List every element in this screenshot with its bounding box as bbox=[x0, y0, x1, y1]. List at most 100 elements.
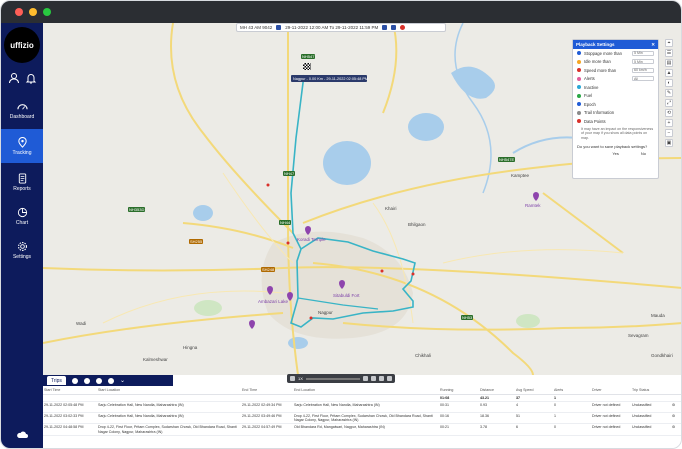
cell-end-location: Drop 4-22, First Floor, Pritam Complex, … bbox=[293, 412, 439, 425]
column-header[interactable]: Distance bbox=[479, 387, 515, 395]
play-button-icon[interactable] bbox=[290, 376, 295, 381]
speed-selector[interactable]: 1X bbox=[298, 376, 303, 381]
yes-button[interactable]: Yes bbox=[612, 151, 619, 156]
setting-row-stoppage[interactable]: Stoppage more than 5 Min bbox=[573, 49, 658, 58]
map-label-place: Gondkhairi bbox=[651, 353, 673, 358]
sidebar-item-dashboard[interactable]: Dashboard bbox=[1, 93, 43, 127]
tab-label: Trips bbox=[51, 377, 62, 384]
calendar-icon[interactable] bbox=[276, 25, 282, 30]
map-label-poi: Koradi Temple bbox=[297, 237, 326, 242]
triangle-tool-icon[interactable]: ▲ bbox=[665, 69, 673, 77]
zoom-out-button[interactable]: − bbox=[665, 129, 673, 137]
setting-row-epoch[interactable]: Epoch bbox=[573, 100, 658, 109]
forward-button-icon[interactable] bbox=[379, 376, 384, 381]
no-button[interactable]: No bbox=[641, 151, 646, 156]
draw-tool-icon[interactable]: ✎ bbox=[665, 89, 673, 97]
idle-tab-icon[interactable] bbox=[83, 377, 90, 384]
column-header[interactable]: Alerts bbox=[553, 387, 591, 395]
sidebar-item-chart[interactable]: Chart bbox=[1, 199, 43, 233]
setting-row-idle[interactable]: Idle more than 5 Min bbox=[573, 58, 658, 67]
minimize-window-button[interactable] bbox=[29, 8, 37, 16]
column-header[interactable]: Running bbox=[439, 387, 479, 395]
trip-start-flag-icon[interactable] bbox=[303, 63, 311, 70]
fuel-swatch-icon bbox=[577, 93, 581, 98]
cell-distance: 18.36 bbox=[479, 412, 515, 425]
speed-select[interactable]: 60 km/h bbox=[632, 67, 654, 73]
cell-distance: 3.78 bbox=[479, 423, 515, 436]
user-icon[interactable] bbox=[8, 71, 20, 84]
cloud-icon[interactable] bbox=[16, 431, 28, 439]
cell-end-time: 29-11-2022 02:49:34 PM bbox=[241, 401, 293, 413]
settings-icon[interactable] bbox=[391, 25, 397, 30]
setting-row-alerts[interactable]: Alerts All bbox=[573, 75, 658, 84]
highway-shield: NH547 bbox=[301, 54, 316, 59]
idle-select[interactable]: 5 Min bbox=[632, 59, 654, 64]
zoom-in-button[interactable]: + bbox=[665, 119, 673, 127]
column-header[interactable]: Driver bbox=[591, 387, 631, 395]
sidebar-item-settings[interactable]: Settings bbox=[1, 233, 43, 267]
sidebar-item-tracking[interactable]: Tracking bbox=[1, 129, 43, 163]
stoppage-select[interactable]: 5 Min bbox=[632, 50, 654, 56]
map-label-place: Kamptee bbox=[511, 173, 530, 178]
stop-tab-icon[interactable] bbox=[71, 377, 78, 384]
column-header[interactable]: End Location bbox=[293, 387, 439, 395]
tab-trips[interactable]: Trips bbox=[47, 376, 66, 385]
playback-slider[interactable] bbox=[305, 377, 360, 380]
refresh-tool-icon[interactable]: ⟲ bbox=[665, 109, 673, 117]
rewind-button-icon[interactable] bbox=[371, 376, 376, 381]
setting-row-speed[interactable]: Speed more than 60 km/h bbox=[573, 66, 658, 75]
setting-row-trail[interactable]: Trail Information bbox=[573, 109, 658, 118]
epoch-swatch-icon bbox=[577, 102, 581, 107]
column-header[interactable]: Start Time bbox=[43, 387, 97, 395]
maximize-window-button[interactable] bbox=[43, 8, 51, 16]
column-header[interactable]: Trip Status bbox=[631, 387, 671, 395]
sidebar-item-reports[interactable]: Reports bbox=[1, 165, 43, 199]
speed-swatch-icon bbox=[577, 68, 581, 73]
window-titlebar bbox=[1, 1, 681, 23]
cell-distance: 0.93 bbox=[479, 401, 515, 413]
alert-tab-icon[interactable] bbox=[95, 377, 102, 384]
bell-icon[interactable] bbox=[25, 71, 37, 84]
close-icon[interactable] bbox=[400, 25, 406, 30]
cell-alerts: 1 bbox=[553, 412, 591, 425]
list-tool-icon[interactable]: ☰ bbox=[665, 49, 673, 57]
panel-close-icon[interactable]: ✕ bbox=[651, 42, 655, 48]
location-icon bbox=[17, 136, 27, 148]
fuel-tab-icon[interactable] bbox=[107, 377, 114, 384]
sidebar-item-label: Dashboard bbox=[9, 113, 35, 120]
setting-label: Trail Information bbox=[584, 110, 615, 116]
date-range[interactable]: 29-11-2022 12:00 AM To 29-11-2022 11:59 … bbox=[285, 25, 378, 30]
column-header[interactable]: Start Location bbox=[97, 387, 241, 395]
stop-button-icon[interactable] bbox=[363, 376, 368, 381]
setting-row-inactive[interactable]: Inactive bbox=[573, 83, 658, 92]
table-row[interactable]: 29-11-2022 03:02:33 PM Sarju Celebration… bbox=[43, 412, 681, 425]
close-window-button[interactable] bbox=[15, 8, 23, 16]
row-action-icon[interactable]: ⚙ bbox=[671, 401, 681, 413]
row-action-icon[interactable]: ⚙ bbox=[671, 423, 681, 436]
close-player-icon[interactable] bbox=[387, 376, 392, 381]
highway-shield: NH353D bbox=[128, 207, 146, 212]
layers-tool-icon[interactable]: ▤ bbox=[665, 59, 673, 67]
setting-label: Fuel bbox=[584, 93, 593, 99]
row-action-icon[interactable]: ⚙ bbox=[671, 412, 681, 425]
contrast-tool-icon[interactable]: ◐ bbox=[665, 79, 673, 87]
playback-settings-header: Playback Settings ✕ bbox=[573, 40, 658, 49]
table-row[interactable]: 29-11-2022 02:05:48 PM Sarju Celebration… bbox=[43, 401, 681, 413]
column-header[interactable]: Avg Speed bbox=[515, 387, 553, 395]
alerts-select[interactable]: All bbox=[632, 76, 654, 81]
cell-trip-status: Unclassified bbox=[631, 412, 671, 425]
playback-controls: 1X bbox=[287, 374, 395, 383]
setting-row-fuel[interactable]: Fuel bbox=[573, 92, 658, 101]
setting-label: Inactive bbox=[584, 84, 599, 90]
setting-row-datapoints[interactable]: Data Points bbox=[573, 117, 658, 126]
vehicle-selector[interactable]: MH 43 AM 9042 bbox=[240, 25, 272, 30]
collapse-chevron-icon[interactable]: ⌄ bbox=[120, 377, 125, 384]
table-row[interactable]: 29-11-2022 04:48:58 PM Drop 4-22, First … bbox=[43, 423, 681, 436]
share-icon[interactable] bbox=[382, 25, 388, 30]
locate-tool-icon[interactable]: ⌖ bbox=[665, 39, 673, 47]
fullscreen-tool-icon[interactable]: ⤢ bbox=[665, 99, 673, 107]
column-header[interactable]: End Time bbox=[241, 387, 293, 395]
map-type-tool-icon[interactable]: ▣ bbox=[665, 139, 673, 147]
total-distance: 43.21 bbox=[479, 394, 515, 402]
cell-start-time: 29-11-2022 02:05:48 PM bbox=[43, 401, 97, 413]
